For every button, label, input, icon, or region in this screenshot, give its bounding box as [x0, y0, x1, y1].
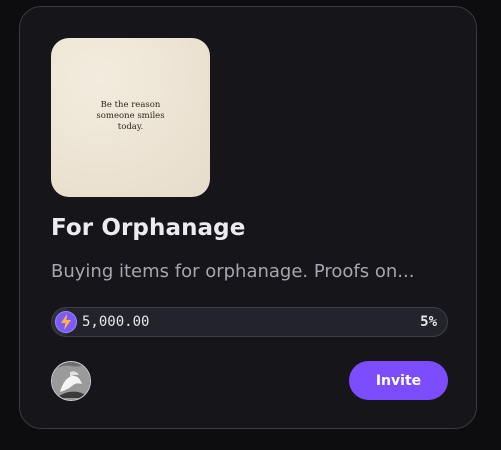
cover-image: Be the reason someone smiles today. — [51, 38, 210, 197]
cover-quote: Be the reason someone smiles today. — [96, 100, 165, 132]
card-description: Buying items for orphanage. Proofs on... — [51, 261, 415, 282]
lightning-bolt-icon — [55, 311, 77, 333]
invite-button[interactable]: Invite — [349, 361, 448, 400]
progress-bar: 5,000.00 5% — [51, 307, 448, 337]
avatar[interactable] — [51, 361, 91, 401]
raised-amount: 5,000.00 — [82, 314, 150, 330]
campaign-card[interactable]: Be the reason someone smiles today. For … — [19, 6, 477, 429]
card-title: For Orphanage — [51, 215, 246, 241]
progress-percent: 5% — [420, 314, 437, 330]
